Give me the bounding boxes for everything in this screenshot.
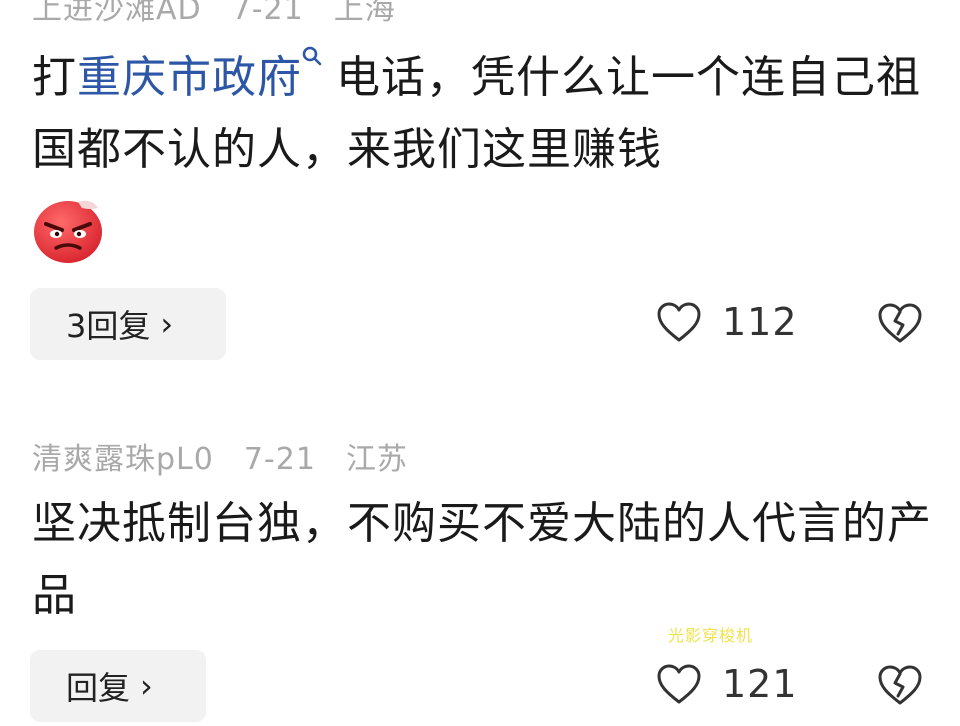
dislike-button[interactable] — [876, 302, 924, 348]
broken-heart-icon[interactable] — [876, 302, 924, 344]
angry-face-emoji — [32, 196, 104, 270]
comment-location: 上海 — [333, 0, 396, 27]
reply-label: 回复 — [66, 669, 131, 707]
search-icon[interactable] — [302, 42, 322, 82]
comment-text-prefix: 打 — [32, 52, 77, 103]
reply-label: 3回复 — [66, 307, 151, 345]
heart-icon[interactable] — [656, 301, 702, 343]
like-button[interactable]: 121 — [656, 662, 798, 706]
reply-button[interactable]: 回复 › — [30, 650, 206, 722]
like-button[interactable]: 112 — [656, 300, 798, 344]
search-link[interactable]: 重庆市政府 — [77, 52, 302, 103]
chevron-right-icon: › — [160, 305, 174, 343]
chevron-right-icon: › — [140, 667, 153, 705]
reply-button[interactable]: 3回复 › — [30, 288, 226, 360]
watermark: 光影穿梭机 — [668, 626, 754, 645]
heart-icon[interactable] — [656, 663, 702, 705]
comment-text: 坚决抵制台独，不购买不爱大陆的人代言的产品 — [32, 498, 932, 621]
comment-meta: 清爽露珠pL0 7-21 江苏 — [32, 434, 438, 478]
username[interactable]: 清爽露珠pL0 — [32, 442, 214, 477]
dislike-button[interactable] — [876, 664, 924, 710]
username[interactable]: 上进沙滩AD — [32, 0, 202, 27]
broken-heart-icon[interactable] — [876, 664, 924, 706]
comment-date: 7-21 — [231, 0, 304, 27]
like-count: 121 — [722, 662, 798, 706]
like-count: 112 — [722, 300, 798, 344]
comment-meta: 上进沙滩AD 7-21 上海 — [32, 0, 426, 28]
comment-text: 打重庆市政府 电话，凭什么让一个连自己祖国都不认的人，来我们这里赚钱 — [32, 42, 932, 186]
comment-location: 江苏 — [345, 442, 408, 477]
comment-date: 7-21 — [243, 442, 316, 477]
